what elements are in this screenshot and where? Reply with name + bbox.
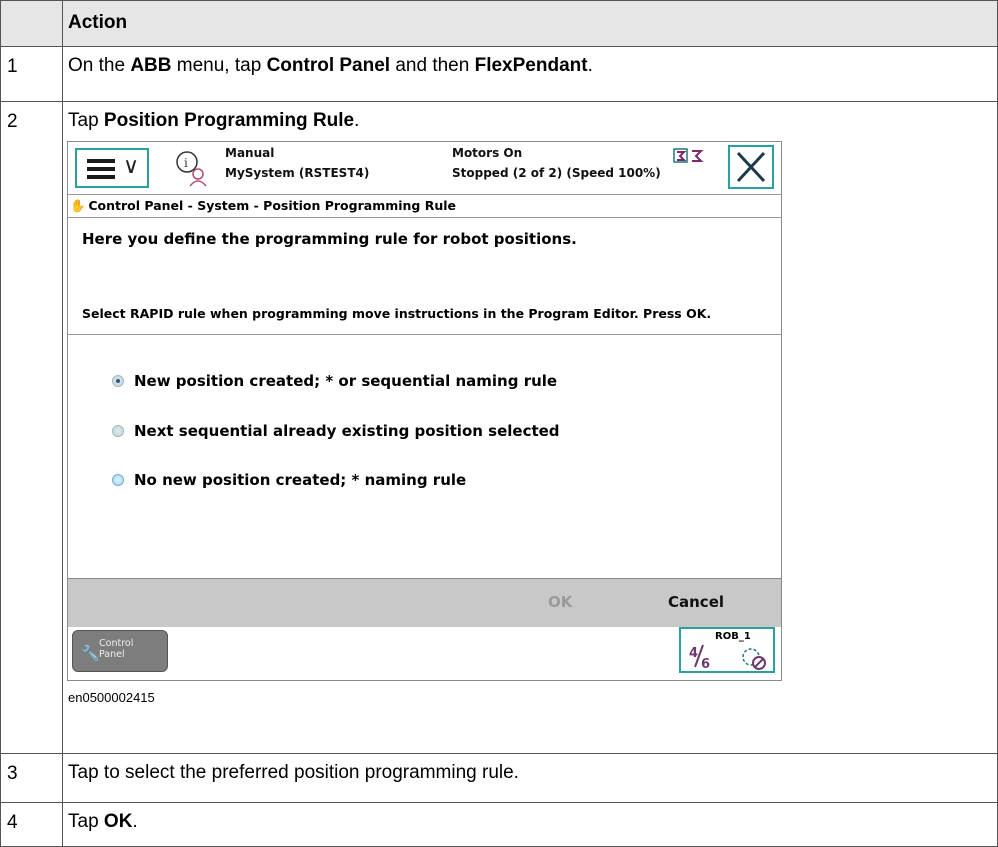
svg-text:i: i [184,156,188,170]
robot-status-icon [673,148,704,163]
step-text-part: . [587,55,593,76]
ok-button[interactable]: OK [548,593,572,611]
table-row: 3 Tap to select the preferred position p… [0,753,998,803]
system-text: MySystem (RSTEST4) [225,166,370,180]
hand-icon: ✋ [70,198,86,213]
close-icon [736,151,766,183]
option-label: No new position created; * naming rule [134,471,467,489]
step-text: Tap to select the preferred position pro… [62,753,998,803]
breadcrumb-text: Control Panel - System - Position Progra… [88,198,457,213]
figure-caption: en0500002415 [68,690,155,705]
option-next-sequential[interactable]: Next sequential already existing positio… [112,422,560,440]
chevron-down-icon: ∨ [123,154,140,179]
state-text: Stopped (2 of 2) (Speed 100%) [452,166,661,180]
menu-icon [87,159,115,179]
taskbar: 🔧 Control Panel ROB_1 4 6 [68,627,781,680]
command-bar: OK Cancel [68,578,781,627]
step-text: Tap OK. [62,802,998,847]
control-panel-label: Control Panel [99,638,133,660]
step-text-bold: ABB [130,55,172,76]
step-number: 1 [0,46,63,102]
instruction-text: Select RAPID rule when programming move … [82,306,712,321]
option-label: New position created; * or sequential na… [134,372,558,390]
info-event-icon[interactable]: i [172,148,212,188]
quickset-button[interactable]: ROB_1 4 6 [679,627,775,673]
header-action-label: Action [68,12,128,33]
svg-text:6: 6 [701,657,710,671]
option-label: Next sequential already existing positio… [134,422,560,440]
step-text-part: Tap [68,811,104,832]
step-text-bold: Control Panel [266,55,391,76]
radio-button[interactable] [112,375,124,387]
close-button[interactable] [728,145,774,189]
status-bar: ∨ i Manual MySystem (RSTEST4) Motors On … [68,142,781,194]
control-panel-label-line1: Control [99,638,134,649]
table-header-row: Action [0,0,998,47]
motors-text: Motors On [452,146,523,160]
intro-text: Here you define the programming rule for… [82,230,577,248]
control-panel-label-line2: Panel [99,649,125,660]
flexpendant-screen: ∨ i Manual MySystem (RSTEST4) Motors On … [67,141,782,681]
control-panel-task-button[interactable]: 🔧 Control Panel [72,630,168,672]
breadcrumb: ✋ Control Panel - System - Position Prog… [68,194,781,218]
step-number: 3 [0,753,63,803]
step-text-part: and then [390,55,475,76]
no-entry-icon [742,648,766,670]
mode-text: Manual [225,146,275,160]
step-number: 4 [0,802,63,847]
step-number: 2 [0,101,63,754]
speed-fraction-icon: 4 6 [689,644,710,671]
step-text-part: . [132,811,138,832]
table-row: 1 On the ABB menu, tap Control Panel and… [0,46,998,102]
step-text-part: menu, tap [171,55,267,76]
robot-name: ROB_1 [715,631,751,642]
step-text: On the ABB menu, tap Control Panel and t… [62,46,998,102]
step-text-bold: FlexPendant [474,55,588,76]
header-number-cell [0,0,63,47]
wrench-icon: 🔧 [81,644,100,662]
option-no-new-position[interactable]: No new position created; * naming rule [112,471,466,489]
svg-text:4: 4 [689,646,698,661]
step-text-part: Tap [68,110,104,131]
header-action-cell: Action [62,0,998,47]
step-text-bold: OK [103,811,133,832]
step-text-part: On the [68,55,131,76]
table-row: 4 Tap OK. [0,802,998,847]
radio-button[interactable] [112,425,124,437]
step-text-bold: Position Programming Rule [103,110,355,131]
option-new-position[interactable]: New position created; * or sequential na… [112,372,557,390]
cancel-button[interactable]: Cancel [668,593,724,611]
abb-menu-button[interactable]: ∨ [75,148,149,188]
step-text-part: . [354,110,360,131]
divider [68,334,781,335]
radio-button[interactable] [112,474,124,486]
